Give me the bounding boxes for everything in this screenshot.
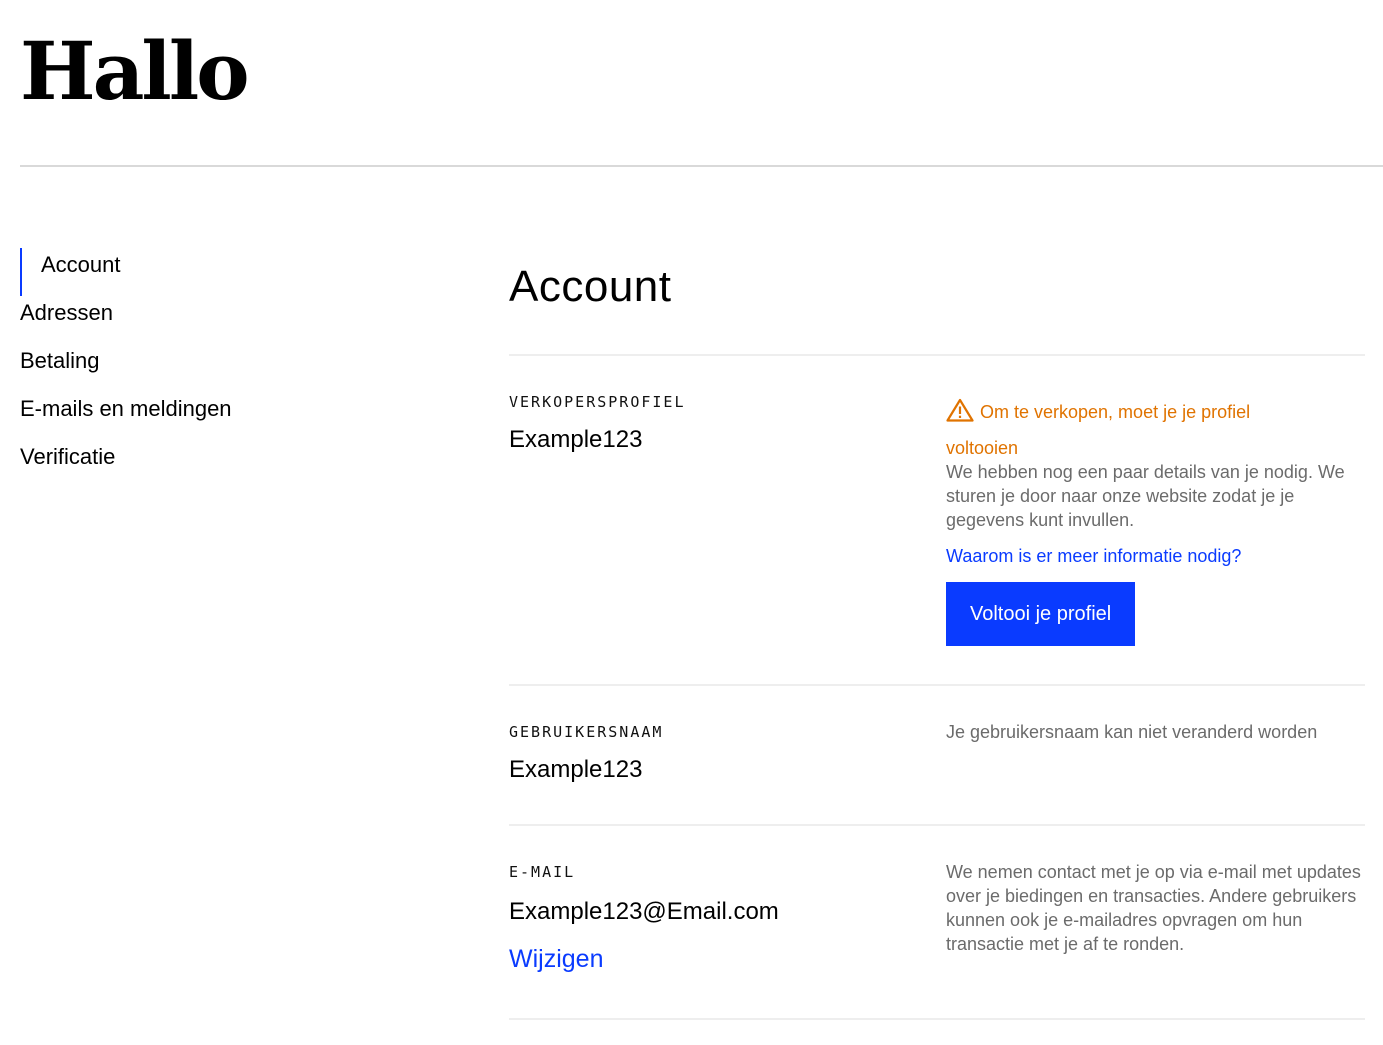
change-email-link[interactable]: Wijzigen [509, 942, 603, 976]
page-title: Hallo [20, 24, 250, 118]
section-title: Account [509, 262, 672, 311]
profile-description: We hebben nog een paar details van je no… [946, 462, 1345, 530]
profile-warning: Om te verkopen, moet je je profiel volto… [946, 394, 1365, 466]
email-row: E-MAIL Example123@Email.com Wijzigen We … [509, 826, 1365, 1018]
warning-text-line1: Om te verkopen, moet je je profiel [980, 402, 1251, 422]
username-row: GEBRUIKERSNAAM Example123 Je gebruikersn… [509, 686, 1365, 824]
username-value: Example123 [509, 756, 643, 783]
sidebar-nav: Account Adressen Betaling E-mails en mel… [20, 248, 340, 488]
username-note: Je gebruikersnaam kan niet veranderd wor… [946, 722, 1318, 742]
seller-profile-row: VERKOPERSPROFIEL Example123 Om te verkop… [509, 356, 1365, 684]
username-label: GEBRUIKERSNAAM [509, 723, 664, 741]
header-divider [20, 165, 1383, 167]
seller-profile-label: VERKOPERSPROFIEL [509, 393, 686, 411]
more-info-link[interactable]: Waarom is er meer informatie nodig? [946, 544, 1241, 568]
warning-triangle-icon [946, 398, 974, 422]
sidebar-item-payment[interactable]: Betaling [20, 344, 340, 392]
email-value: Example123@Email.com [509, 898, 779, 925]
main-content: Account VERKOPERSPROFIEL Example123 Om t… [509, 258, 1365, 1020]
email-note: We nemen contact met je op via e-mail me… [946, 862, 1361, 954]
sidebar-item-account[interactable]: Account [20, 248, 340, 296]
complete-profile-button[interactable]: Voltooi je profiel [946, 582, 1136, 646]
warning-text-line2: voltooien [946, 438, 1019, 458]
section-divider [509, 1018, 1365, 1020]
sidebar-item-emails-notifications[interactable]: E-mails en meldingen [20, 392, 340, 440]
sidebar-item-addresses[interactable]: Adressen [20, 296, 340, 344]
email-label: E-MAIL [509, 863, 576, 881]
seller-profile-value: Example123 [509, 426, 643, 453]
sidebar-item-verification[interactable]: Verificatie [20, 440, 340, 488]
